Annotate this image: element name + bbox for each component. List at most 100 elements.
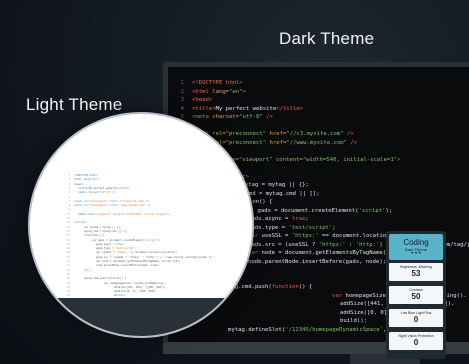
lens-monitor-bezel (30, 298, 252, 336)
card-value: 53 (411, 269, 421, 278)
code-token: "preconnect" (89, 204, 109, 208)
code-token: })(); (84, 268, 92, 272)
code-token: /> (343, 131, 354, 137)
code-token: name= (85, 212, 96, 216)
code-token: node.parentNode.insertBefore(gads, node)… (248, 258, 387, 265)
code-token: "viewport" (238, 156, 273, 163)
code-token: href= (108, 204, 118, 208)
stage: Dark Theme Light Theme 1 <!DOCTYPE html> 2… (0, 0, 469, 364)
dark-code-line: 2 <html lang="en"> (174, 88, 246, 96)
line-number: 2 (180, 88, 184, 95)
code-token: "//c3.mysite.com" (286, 131, 344, 137)
code-token: addSize([441, 250], [[300, 250]]). (114, 285, 168, 289)
code-token: 'https:' (291, 233, 319, 239)
light-code-line: 8 <link rel="preconnect" href="//www.mysi… (64, 204, 151, 208)
widget-card-low-blue-light[interactable]: Low Blue Light Plus 0 (389, 309, 443, 327)
code-token: <link (74, 204, 82, 208)
code-token: gads.type = (248, 224, 289, 231)
code-token: ; (305, 216, 309, 222)
code-token: mytag.cmd = mytag.cmd || []; (84, 229, 128, 233)
code-token: <!DOCTYPE html> (192, 80, 243, 86)
code-token: mytag = mytag || {}; (238, 182, 309, 188)
widget-dots: • • • (411, 251, 421, 257)
code-token: rel= (81, 199, 90, 203)
code-token: My perfect website (88, 186, 118, 190)
code-token: href= (108, 199, 118, 203)
code-token: gads.type = (96, 247, 115, 251)
code-token: "preconnect" (89, 199, 109, 203)
widget-card-contrast[interactable]: Contrast 50 (389, 286, 443, 304)
code-token: <script> (74, 221, 87, 225)
code-token: build(); (114, 294, 127, 298)
code-token: gads = document.createElement( (254, 207, 359, 214)
code-token: "en" (229, 88, 243, 95)
code-token: build(); (340, 318, 367, 324)
code-token: '/12345/homepageDynamicSpace' (285, 326, 383, 333)
code-token: true (291, 216, 306, 222)
code-token: "width=540, initial-scale=1" (302, 156, 398, 163)
code-token: "//www.mysite.com" (286, 139, 347, 146)
code-token: href= (266, 131, 287, 137)
code-token: gads.src = (useSSL ? 'https:' : 'http:')… (96, 255, 215, 259)
code-token: /> (110, 191, 116, 195)
code-token: /> (144, 199, 149, 203)
code-token: <link (74, 199, 82, 203)
display-mode-widget: Coding Dark Theme • • • Brightness, Bloc… (386, 231, 446, 359)
code-token: gads.src = (useSSL ? (248, 241, 319, 248)
line-number: 1 (180, 80, 184, 86)
code-token: ; (332, 224, 336, 231)
code-token: gads.async = (248, 216, 292, 222)
code-token: <head> (74, 182, 84, 186)
code-token: <meta (192, 114, 209, 120)
dark-code-line: 3 <head> (174, 96, 213, 104)
code-token: > (397, 156, 401, 163)
code-token: <html (192, 88, 209, 95)
code-token: addSize([0, 0], [300, 250]). (114, 290, 158, 294)
code-token: var node = document.getElementsByTagName… (96, 260, 181, 263)
code-token: <title> (192, 105, 216, 112)
widget-header[interactable]: Coding Dark Theme • • • (389, 234, 443, 260)
card-value: 50 (411, 292, 421, 301)
widget-card-brightness[interactable]: Brightness, Blocking 53 (389, 263, 443, 281)
line-number: 3 (180, 97, 184, 103)
code-token: /> (145, 204, 151, 208)
code-token: content= (272, 156, 303, 163)
light-theme-caption: Light Theme (26, 95, 123, 114)
code-token: 'script' (358, 207, 386, 214)
code-token: 'text/script' (288, 224, 333, 231)
widget-card-night-vision[interactable]: Night Vision Protection 0 (389, 332, 443, 350)
widget-title: Coding (403, 238, 429, 247)
code-token: <head> (192, 97, 213, 103)
code-token: 'https:' (318, 241, 346, 248)
code-token: "//www.mysite.com" (117, 204, 146, 208)
code-token: rel= (208, 131, 226, 137)
code-token: var gads = document.createElement( (92, 238, 146, 242)
code-token: var useSSL = (96, 251, 117, 255)
code-token: function (271, 284, 299, 290)
code-token: "viewport" (95, 212, 111, 216)
code-token: "utf-8" (239, 114, 263, 120)
code-token: content= (110, 212, 125, 216)
code-token: 'script' (145, 238, 158, 242)
code-token: charset= (208, 114, 240, 120)
code-token: /> (346, 139, 358, 146)
light-theme-lens: 1 <!DOCTYPE html> 2 <html lang="en"> 3 <head>… (30, 114, 252, 336)
dark-code-line: 4 <title>My perfect website</title> (174, 105, 304, 113)
code-token: <title> (78, 186, 89, 190)
code-token: <meta (78, 191, 86, 195)
code-token: tag.cmd.push( (228, 284, 272, 290)
code-token: "utf-8" (99, 191, 111, 195)
code-token: "//c3.mysite.com" (117, 199, 145, 203)
light-code-line: 10 <meta name="viewport" content="width=5… (64, 213, 170, 217)
code-token: gads.async = true; (96, 242, 125, 246)
code-token: href= (266, 139, 287, 146)
code-token: "preconnect" (225, 131, 267, 137)
code-token: </title> (276, 105, 304, 112)
code-token: <html lang="en"> (74, 178, 99, 182)
code-token: () { (298, 284, 313, 290)
dark-theme-caption: Dark Theme (279, 29, 375, 48)
code-token: > (242, 88, 246, 95)
code-token: charset= (85, 191, 100, 195)
code-token: /> (262, 114, 273, 120)
code-token: My perfect website (215, 105, 277, 112)
